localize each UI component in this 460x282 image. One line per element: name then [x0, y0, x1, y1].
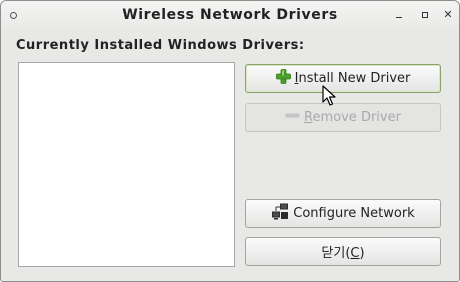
titlebar[interactable]: Wireless Network Drivers ✕ [1, 1, 459, 30]
remove-driver-button[interactable]: Remove Driver [245, 103, 441, 132]
close-button-label: 닫기(C) [321, 246, 365, 261]
install-new-driver-button[interactable]: Install New Driver [245, 64, 441, 93]
installed-drivers-label: Currently Installed Windows Drivers: [16, 38, 305, 53]
dialog-window: Wireless Network Drivers ✕ Currently Ins… [0, 0, 460, 282]
network-icon [271, 203, 289, 224]
minus-icon [285, 108, 300, 127]
remove-driver-label: Remove Driver [304, 110, 401, 125]
close-window-button[interactable]: ✕ [441, 8, 455, 22]
maximize-button[interactable] [418, 8, 432, 22]
green-plus-icon [275, 69, 291, 88]
minimize-button[interactable] [393, 8, 407, 22]
configure-network-button[interactable]: Configure Network [245, 199, 441, 228]
configure-network-label: Configure Network [293, 206, 415, 221]
installed-drivers-list[interactable] [18, 62, 235, 267]
mouse-pointer-icon [322, 85, 336, 111]
maximize-icon [422, 12, 428, 18]
close-button[interactable]: 닫기(C) [245, 237, 441, 266]
close-icon: ✕ [443, 8, 453, 21]
minimize-icon [396, 17, 402, 18]
window-title: Wireless Network Drivers [122, 7, 338, 23]
install-new-driver-label: Install New Driver [294, 71, 411, 86]
